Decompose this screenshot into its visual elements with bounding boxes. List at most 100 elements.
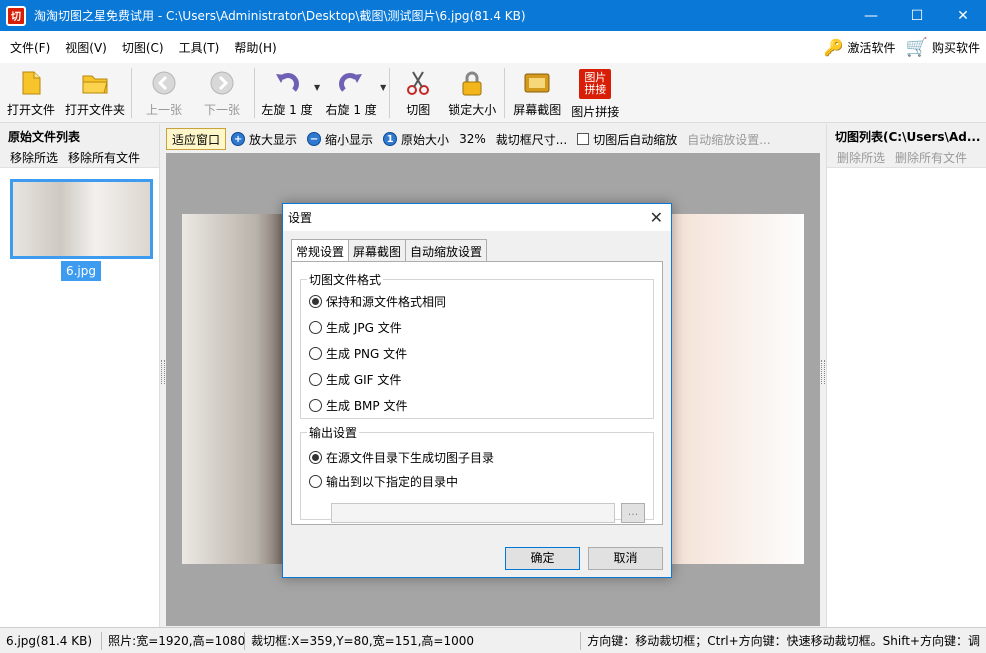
buy-label: 购买软件 — [931, 40, 980, 55]
radio-icon — [309, 373, 322, 386]
format-option-label: 生成 PNG 文件 — [326, 347, 408, 361]
ok-button[interactable]: 确定 — [505, 547, 580, 570]
status-bar: 6.jpg(81.4 KB) 照片:宽=1920,高=1080 裁切框:X=35… — [0, 627, 986, 653]
menu-tools[interactable]: 工具(T) — [174, 39, 225, 56]
activate-label: 激活软件 — [847, 40, 896, 55]
original-size-button[interactable]: 1 原始大小 — [378, 128, 454, 150]
output-path-input[interactable] — [331, 503, 615, 523]
open-folder-button[interactable]: 打开文件夹 — [62, 63, 128, 123]
cut-button[interactable]: 切图 — [393, 63, 443, 123]
menu-help[interactable]: 帮助(H) — [229, 39, 281, 56]
rotate-right-icon — [337, 69, 365, 97]
toolbar-separator — [131, 68, 132, 118]
format-option-jpg[interactable]: 生成 JPG 文件 — [309, 319, 402, 336]
settings-dialog-title: 设置 — [288, 211, 313, 225]
settings-dialog: 设置 ✕ 常规设置 屏幕截图 自动缩放设置 切图文件格式 保持和源文件格式相同 … — [282, 203, 672, 578]
lock-size-button[interactable]: 锁定大小 — [443, 63, 501, 123]
file-thumbnail[interactable] — [10, 179, 153, 259]
title-bar: 切 淘淘切图之星免费试用 - C:\Users\Administrator\De… — [0, 0, 986, 31]
format-option-same[interactable]: 保持和源文件格式相同 — [309, 293, 446, 310]
open-file-label: 打开文件 — [6, 103, 55, 117]
radio-icon — [309, 399, 322, 412]
rotate-right-dropdown-icon[interactable]: ▼ — [380, 83, 386, 92]
output-group-title: 输出设置 — [307, 424, 360, 441]
zoom-in-button[interactable]: + 放大显示 — [226, 128, 302, 150]
auto-scale-label: 切图后自动缩放 — [593, 132, 678, 147]
view-toolbar: 适应窗口 + 放大显示 − 缩小显示 1 原始大小 32% 裁切框尺寸... 切图后自… — [166, 126, 820, 152]
status-hint: 方向键：移动裁切框；Ctrl+方向键：快速移动裁切框。Shift+方向键：调 — [587, 633, 980, 648]
source-file-panel: 原始文件列表 移除所选 移除所有文件 6.jpg — [0, 124, 160, 627]
radio-icon — [309, 321, 322, 334]
rotate-right-label: 右旋 1 度 — [325, 103, 377, 117]
left-splitter-handle[interactable] — [161, 360, 165, 384]
prev-arrow-icon — [150, 69, 178, 97]
rotate-right-button[interactable]: 右旋 1 度 — [320, 63, 382, 123]
cancel-button[interactable]: 取消 — [588, 547, 663, 570]
prev-button[interactable]: 上一张 — [135, 63, 193, 123]
menu-file[interactable]: 文件(F) — [5, 39, 55, 56]
rotate-left-icon — [273, 69, 301, 97]
zoom-in-icon: + — [231, 132, 246, 146]
buy-button[interactable]: 🛒 购买软件 — [906, 37, 980, 58]
crop-size-button[interactable]: 裁切框尺寸... — [491, 128, 572, 150]
scissors-icon — [404, 69, 432, 97]
output-option-custom-dir[interactable]: 输出到以下指定的目录中 — [309, 473, 458, 490]
maximize-button[interactable]: ☐ — [894, 0, 940, 31]
activate-button[interactable]: 🔑 激活软件 — [824, 38, 896, 57]
zoom-out-button[interactable]: − 缩小显示 — [302, 128, 378, 150]
zoom-percent: 32% — [459, 132, 486, 146]
checkbox-icon — [577, 133, 590, 145]
original-size-icon: 1 — [383, 132, 398, 146]
status-photo-size: 照片:宽=1920,高=1080 — [102, 631, 245, 650]
close-button[interactable]: ✕ — [940, 0, 986, 31]
status-crop-box: 裁切框:X=359,Y=80,宽=151,高=1000 — [245, 631, 582, 650]
cart-icon: 🛒 — [905, 36, 928, 58]
toolbar-separator — [389, 68, 391, 118]
zoom-out-label: 缩小显示 — [325, 132, 374, 147]
screenshot-icon — [523, 69, 551, 97]
output-option-label: 输出到以下指定的目录中 — [326, 475, 459, 489]
file-thumbnail-label: 6.jpg — [61, 261, 101, 281]
menu-view[interactable]: 视图(V) — [60, 39, 112, 56]
remove-selected-button[interactable]: 移除所选 — [10, 149, 58, 165]
toolbar: 打开文件 打开文件夹 上一张 下一张 左旋 1 度 ▼ 右旋 1 度 ▼ 切图 … — [0, 63, 986, 123]
browse-button[interactable]: ... — [621, 503, 645, 523]
dialog-close-icon[interactable]: ✕ — [650, 208, 663, 227]
stitch-button[interactable]: 图片 拼接 图片拼接 — [566, 63, 624, 123]
output-option-subdir[interactable]: 在源文件目录下生成切图子目录 — [309, 449, 494, 466]
format-option-bmp[interactable]: 生成 BMP 文件 — [309, 397, 407, 414]
original-size-label: 原始大小 — [401, 132, 450, 147]
key-icon: 🔑 — [823, 37, 844, 57]
app-logo-icon: 切 — [6, 5, 26, 26]
delete-selected-button[interactable]: 删除所选 — [837, 149, 885, 165]
remove-all-button[interactable]: 移除所有文件 — [68, 149, 140, 165]
minimize-button[interactable]: — — [848, 0, 894, 31]
fit-window-button[interactable]: 适应窗口 — [166, 128, 227, 150]
auto-scale-settings-button[interactable]: 自动缩放设置... — [682, 128, 775, 150]
status-file: 6.jpg(81.4 KB) — [0, 631, 103, 650]
menu-bar: 文件(F) 视图(V) 切图(C) 工具(T) 帮助(H) 🔑 激活软件 🛒 购买软… — [0, 31, 986, 63]
prev-label: 上一张 — [145, 103, 182, 117]
menu-cut[interactable]: 切图(C) — [117, 39, 169, 56]
screenshot-label: 屏幕截图 — [513, 103, 562, 117]
next-label: 下一张 — [203, 103, 240, 117]
format-option-label: 生成 BMP 文件 — [326, 399, 408, 413]
radio-icon — [309, 347, 322, 360]
format-option-png[interactable]: 生成 PNG 文件 — [309, 345, 407, 362]
radio-selected-icon — [309, 295, 322, 308]
format-option-gif[interactable]: 生成 GIF 文件 — [309, 371, 401, 388]
output-option-label: 在源文件目录下生成切图子目录 — [326, 451, 495, 465]
next-button[interactable]: 下一张 — [193, 63, 251, 123]
zoom-out-icon: − — [307, 132, 322, 146]
cut-list-panel-title: 切图列表(C:\Users\Ad... — [827, 124, 986, 146]
toolbar-separator — [504, 68, 506, 118]
auto-scale-checkbox[interactable]: 切图后自动缩放 — [572, 128, 682, 150]
rotate-left-button[interactable]: 左旋 1 度 — [258, 63, 316, 123]
next-arrow-icon — [208, 69, 236, 97]
delete-all-button[interactable]: 删除所有文件 — [895, 149, 967, 165]
open-file-button[interactable]: 打开文件 — [0, 63, 62, 123]
format-option-label: 生成 JPG 文件 — [326, 321, 402, 335]
screenshot-button[interactable]: 屏幕截图 — [508, 63, 566, 123]
open-folder-label: 打开文件夹 — [64, 103, 125, 117]
right-splitter-handle[interactable] — [821, 360, 825, 384]
